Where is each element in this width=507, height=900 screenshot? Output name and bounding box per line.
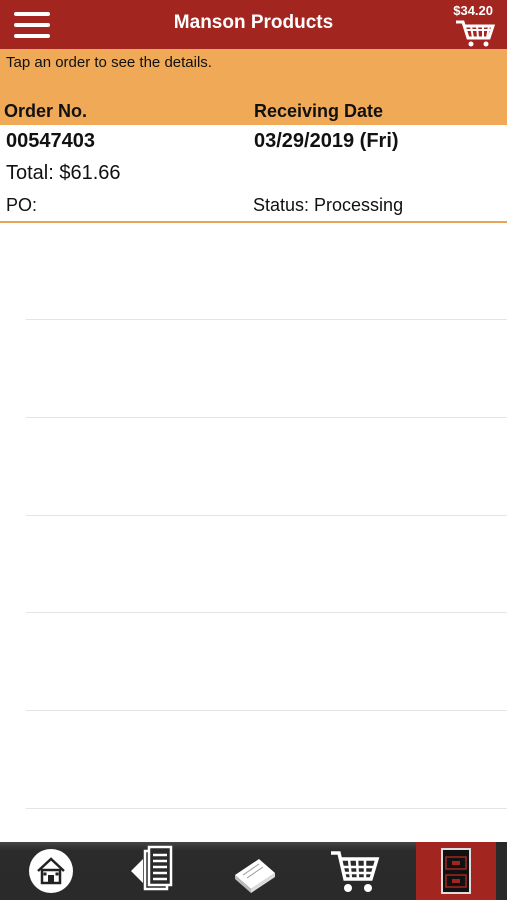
order-po: PO:: [6, 195, 38, 215]
page-title: Manson Products: [173, 12, 334, 33]
info-bar: Tap an order to see the details. Order N…: [0, 49, 507, 125]
column-header-receiving-date: Receiving Date: [254, 101, 384, 121]
empty-row-divider: [26, 319, 507, 320]
shopping-cart-icon: [331, 851, 380, 892]
order-row[interactable]: 00547403 03/29/2019 (Fri) Total: $61.66 …: [0, 125, 507, 223]
tab-cart[interactable]: [325, 842, 385, 900]
empty-row-divider: [26, 417, 507, 418]
orders-icon: [441, 848, 471, 894]
empty-row-divider: [26, 710, 507, 711]
empty-row-divider: [26, 515, 507, 516]
tab-bar-edge: [496, 842, 507, 900]
tab-catalog[interactable]: [225, 842, 285, 900]
tab-order-history[interactable]: [123, 842, 183, 900]
order-total: Total: $61.66: [6, 162, 121, 184]
column-header-order-no: Order No.: [4, 101, 88, 121]
cart-total: $34.20: [453, 3, 493, 18]
empty-row-divider: [26, 808, 507, 809]
order-number: 00547403: [6, 130, 95, 152]
empty-row-divider: [26, 612, 507, 613]
catalog-book-icon: [235, 859, 275, 893]
order-status: Status: Processing: [253, 195, 404, 215]
tab-home[interactable]: [21, 842, 81, 900]
shopping-cart-icon[interactable]: [455, 18, 497, 48]
home-icon: [29, 849, 73, 893]
app-header: Manson Products $34.20: [0, 0, 507, 49]
order-history-icon: [131, 845, 173, 891]
tab-orders[interactable]: [426, 842, 486, 900]
receiving-date: 03/29/2019 (Fri): [254, 130, 399, 152]
instruction-text: Tap an order to see the details.: [6, 54, 212, 71]
